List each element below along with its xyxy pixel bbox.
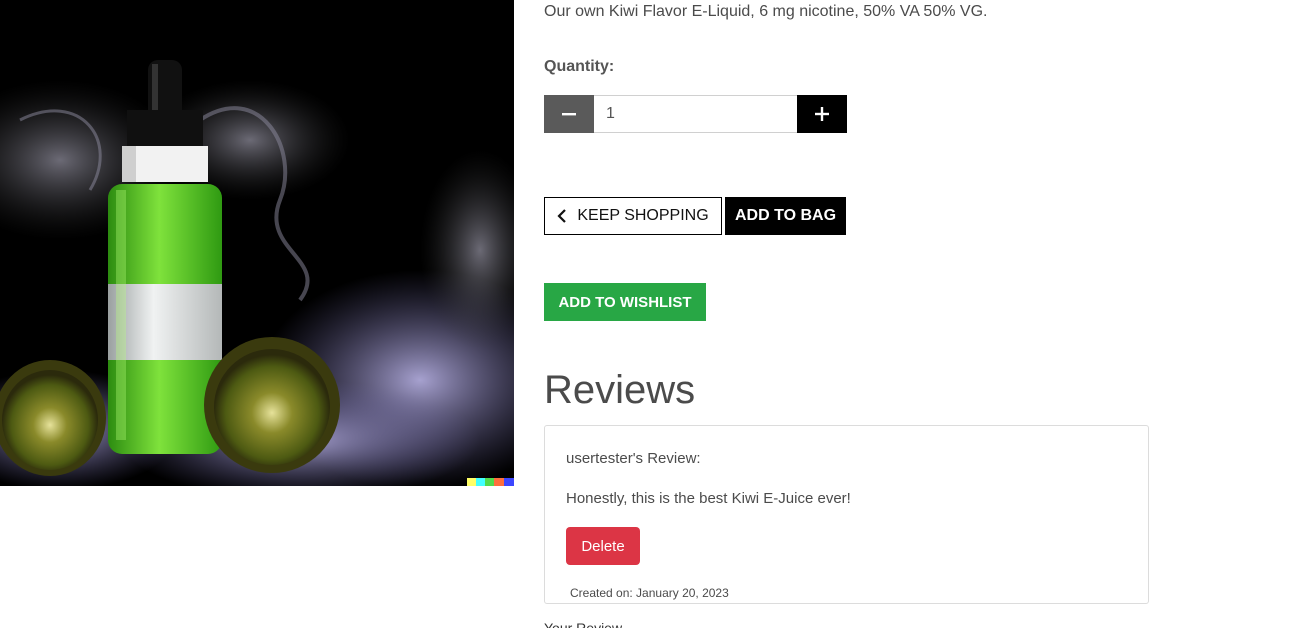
plus-icon xyxy=(815,107,829,121)
kiwi-eliquid-illustration xyxy=(0,0,514,486)
review-date: Created on: January 20, 2023 xyxy=(570,586,729,600)
product-detail-page: Our own Kiwi Flavor E-Liquid, 6 mg nicot… xyxy=(0,0,1290,628)
quantity-label: Quantity: xyxy=(544,58,615,75)
delete-review-button[interactable]: Delete xyxy=(566,527,640,565)
keep-shopping-button[interactable]: KEEP SHOPPING xyxy=(544,197,722,235)
review-author: usertester's Review: xyxy=(566,450,701,467)
reviews-heading: Reviews xyxy=(544,368,696,412)
decrement-button[interactable] xyxy=(544,95,594,133)
add-to-bag-button[interactable]: ADD TO BAG xyxy=(725,197,846,235)
quantity-stepper xyxy=(544,95,847,133)
review-text: Honestly, this is the best Kiwi E-Juice … xyxy=(566,490,851,507)
your-review-heading: Your Review xyxy=(544,620,623,628)
add-to-wishlist-label: ADD TO WISHLIST xyxy=(558,293,692,311)
product-description: Our own Kiwi Flavor E-Liquid, 6 mg nicot… xyxy=(544,3,988,20)
quantity-input[interactable] xyxy=(594,95,797,133)
product-image xyxy=(0,0,514,486)
add-to-bag-label: ADD TO BAG xyxy=(734,207,837,224)
review-card: usertester's Review: Honestly, this is t… xyxy=(544,425,1149,604)
delete-label: Delete xyxy=(581,537,625,555)
increment-button[interactable] xyxy=(797,95,847,133)
keep-shopping-label: KEEP SHOPPING xyxy=(577,207,709,224)
chevron-left-icon xyxy=(557,209,567,223)
minus-icon xyxy=(562,113,576,116)
add-to-wishlist-button[interactable]: ADD TO WISHLIST xyxy=(544,283,706,321)
